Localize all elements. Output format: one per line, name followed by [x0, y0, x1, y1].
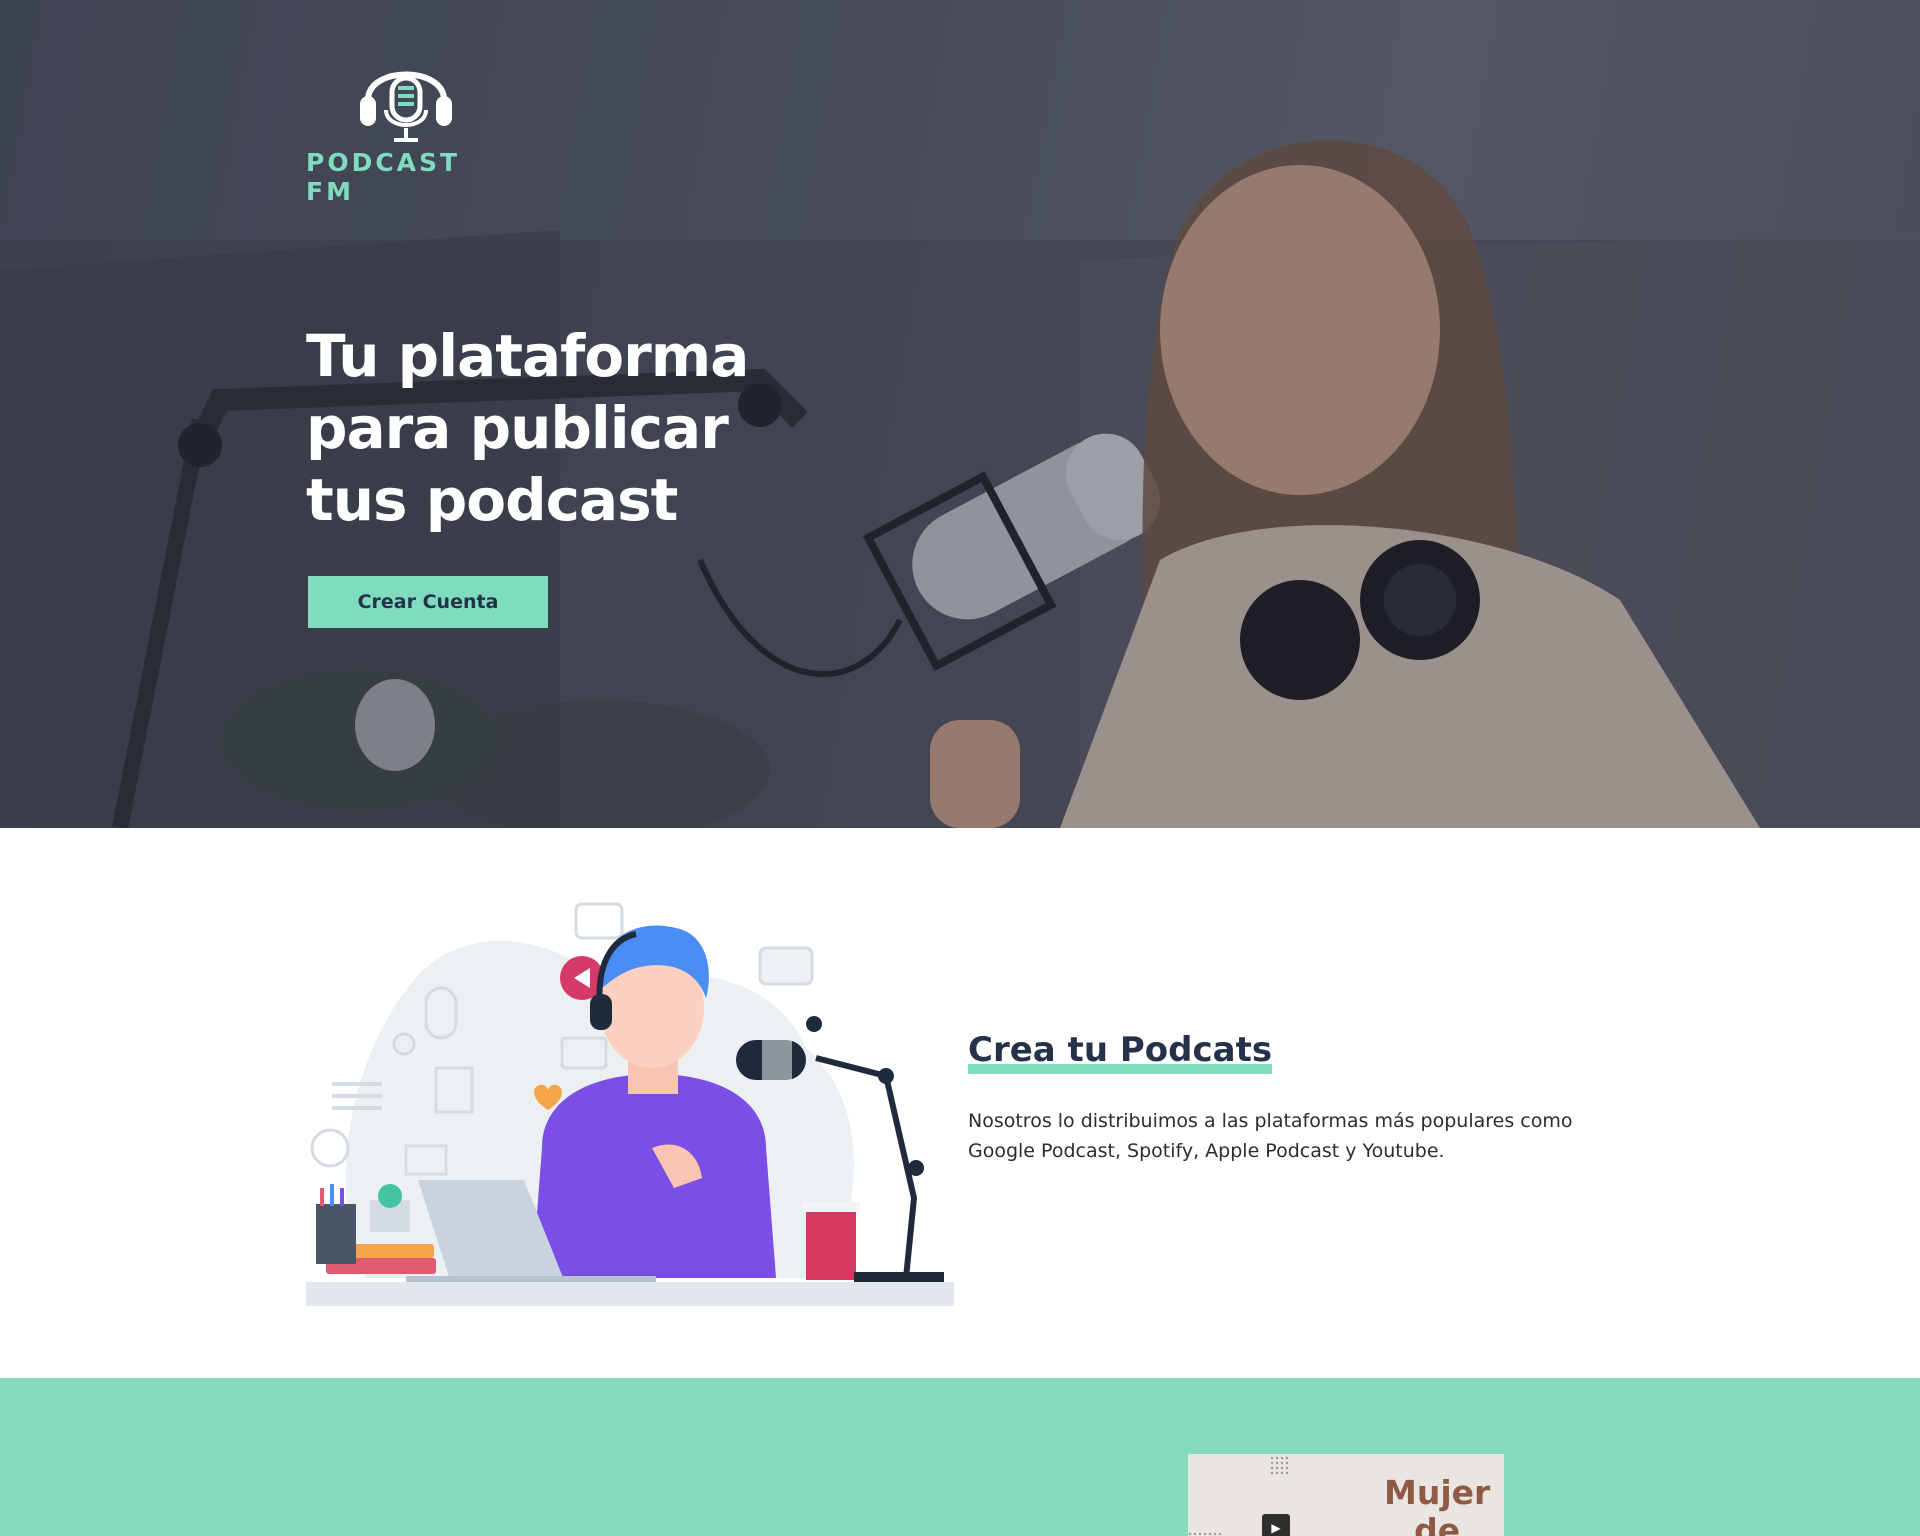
podcaster-illustration: [306, 902, 954, 1306]
hero-title: Tu plataforma para publicar tus podcast: [306, 320, 826, 536]
feature-heading: Crea tu Podcats: [968, 1030, 1273, 1070]
brand-name: PODCAST FM: [306, 148, 461, 206]
feature-heading-wrap: Crea tu Podcats: [968, 1030, 1273, 1074]
podcasts-section: Mujer de ▶: [0, 1378, 1920, 1536]
feature-description: Nosotros lo distribuimos a las plataform…: [968, 1110, 1573, 1162]
cover-title-line: Mujer: [1384, 1473, 1491, 1512]
hero-overlay: [0, 0, 1920, 828]
hero-title-line: para publicar: [306, 394, 729, 462]
brand-logo[interactable]: PODCAST FM: [306, 48, 516, 206]
podcast-cover-title: Mujer de: [1384, 1474, 1490, 1536]
podcast-cover-card[interactable]: Mujer de ▶: [1188, 1454, 1504, 1536]
headphones-microphone-icon: [360, 71, 452, 142]
hero-section: PODCAST FM Tu plataforma para publicar t…: [0, 0, 1920, 828]
play-icon[interactable]: ▶: [1262, 1514, 1290, 1536]
hero-title-line: tus podcast: [306, 466, 678, 534]
hero-title-line: Tu plataforma: [306, 322, 749, 390]
create-account-button[interactable]: Crear Cuenta: [308, 576, 548, 628]
cover-title-line: de: [1414, 1511, 1461, 1536]
